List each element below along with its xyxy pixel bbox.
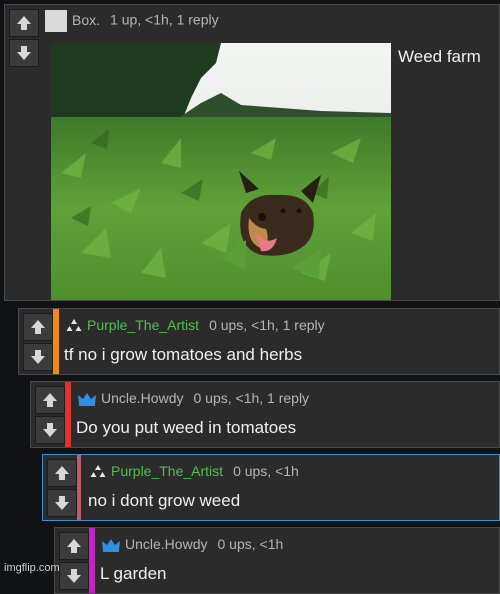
vote-column [59,532,89,592]
upvote-button[interactable] [9,9,39,37]
vote-column [9,9,39,69]
imgflip-watermark: imgflip.com [4,562,60,574]
comment-3: Uncle.Howdy 0 ups, <1h, 1 reply Do you pu… [30,381,500,448]
vote-column [23,313,53,373]
comment-meta: Uncle.Howdy 0 ups, <1h, 1 reply [77,390,309,407]
arrow-down-icon [43,423,57,437]
arrow-down-icon [31,350,45,364]
thread-accent-bar [65,382,71,447]
username-link[interactable]: Uncle.Howdy [101,390,183,406]
thread-accent-bar [53,309,59,374]
upvote-button[interactable] [59,532,89,560]
comment-meta: Uncle.Howdy 0 ups, <1h [101,536,283,553]
comment-text: Do you put weed in tomatoes [76,418,297,437]
username-link[interactable]: Uncle.Howdy [125,536,207,552]
downvote-button[interactable] [47,489,77,517]
dog-in-field-image [51,43,391,300]
comment-meta: Purple_The_Artist 0 ups, <1h [89,463,299,480]
comment-stats: 0 ups, <1h [233,463,299,479]
comment-stats: 0 ups, <1h, 1 reply [209,317,325,333]
upvote-button[interactable] [35,386,65,414]
downvote-button[interactable] [9,39,39,67]
arrow-down-icon [17,46,31,60]
comment-stats: 1 up, <1h, 1 reply [110,11,219,28]
vote-column [35,386,65,446]
comment-text: tf no i grow tomatoes and herbs [64,345,303,364]
triforce-icon [66,319,82,332]
username-link[interactable]: Purple_The_Artist [87,317,199,333]
upvote-button[interactable] [47,459,77,487]
thread-accent-bar [89,528,95,593]
comment-1: Box. 1 up, <1h, 1 reply Weed farm [4,4,500,301]
arrow-up-icon [55,466,69,480]
downvote-button[interactable] [59,562,89,590]
comment-text: no i dont grow weed [88,491,241,510]
downvote-button[interactable] [23,343,53,371]
vote-column [47,459,77,519]
arrow-up-icon [43,393,57,407]
thread-accent-bar [77,455,81,520]
comment-text: Weed farm [398,47,481,66]
crown-icon [102,539,120,553]
arrow-up-icon [17,16,31,30]
avatar[interactable] [45,10,67,32]
arrow-up-icon [67,539,81,553]
comment-meta: Box. 1 up, <1h, 1 reply [45,10,219,32]
downvote-button[interactable] [35,416,65,444]
comment-4: Purple_The_Artist 0 ups, <1h no i dont gr… [42,454,500,521]
comment-stats: 0 ups, <1h [217,536,284,552]
arrow-down-icon [55,496,69,510]
comment-stats: 0 ups, <1h, 1 reply [193,390,310,406]
arrow-up-icon [31,320,45,334]
comment-text: L garden [100,564,167,583]
comment-2: Purple_The_Artist 0 ups, <1h, 1 reply tf … [18,308,500,375]
username-link[interactable]: Box. [72,12,100,28]
post-image[interactable] [51,43,391,300]
comment-meta: Purple_The_Artist 0 ups, <1h, 1 reply [65,317,325,334]
crown-icon [78,393,96,407]
triforce-icon [90,465,106,478]
upvote-button[interactable] [23,313,53,341]
username-link[interactable]: Purple_The_Artist [111,463,223,479]
arrow-down-icon [67,569,81,583]
comment-5: Uncle.Howdy 0 ups, <1h L garden [54,527,500,594]
